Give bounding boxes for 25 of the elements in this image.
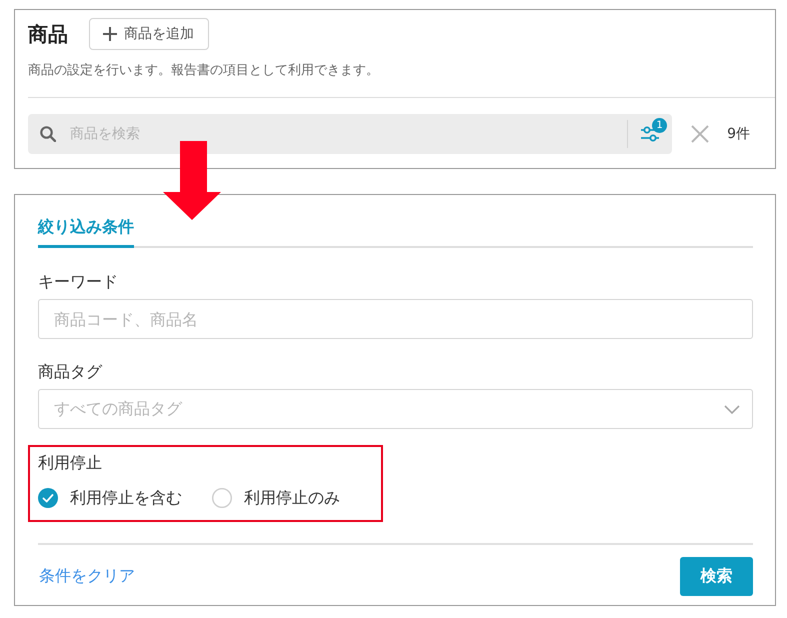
add-product-button[interactable]: 商品を追加 [89,18,209,50]
field-label: 商品タグ [38,361,104,383]
search-icon [40,126,56,142]
field-label: キーワード [38,271,119,293]
filter-tab[interactable]: 絞り込み条件 [38,211,134,248]
clear-search-button[interactable] [691,125,710,143]
down-arrow-icon [163,141,221,220]
search-input[interactable]: 商品を検索 [70,122,628,146]
search-button[interactable]: 検索 [680,557,753,596]
radio-option[interactable]: 利用停止を含む [38,487,182,509]
keyword-field[interactable]: 商品コード、商品名 [38,299,753,339]
tag-select[interactable]: すべての商品タグ [38,389,753,429]
close-icon [691,125,710,143]
chevron-down-icon [724,404,740,414]
sliders-icon [641,125,660,143]
filter-count-badge: 1 [652,118,668,133]
page-title: 商品 [28,21,68,47]
search-field[interactable]: 商品を検索 1 [28,114,672,154]
clear-conditions-link[interactable]: 条件をクリア [39,566,135,587]
page-description: 商品の設定を行います。報告書の項目として利用できます。 [28,62,380,80]
filter-button[interactable] [641,125,660,143]
plus-icon [103,27,117,41]
radio-option[interactable]: 利用停止のみ [212,487,340,509]
field-label: 利用停止 [38,452,103,474]
result-count: 9件 [727,125,750,143]
